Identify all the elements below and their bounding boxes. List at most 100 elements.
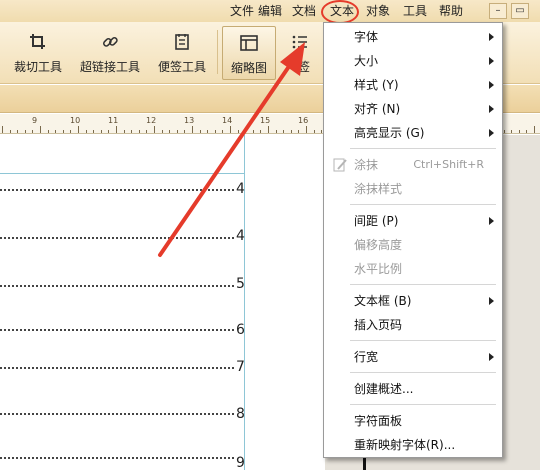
- ruler-tick: [146, 130, 148, 133]
- ruler-tick: [511, 130, 513, 133]
- ruler-tick: [518, 130, 520, 133]
- menu-item-baseline-offset[interactable]: 偏移高度: [324, 233, 502, 257]
- ruler-number: 9: [32, 116, 38, 125]
- ruler-tick: [298, 130, 300, 133]
- menu-edit[interactable]: 编辑: [256, 3, 284, 19]
- menu-separator: [350, 340, 496, 341]
- ruler-tick: [230, 126, 231, 133]
- crop-tool-label: 裁切工具: [13, 60, 62, 74]
- list-icon: [290, 32, 310, 52]
- dotted-line: [0, 367, 234, 369]
- bookmark-label: 签: [298, 60, 311, 74]
- thumbnail-button[interactable]: 缩略图: [222, 26, 276, 80]
- ruler-tick: [207, 130, 209, 133]
- dotted-line: [0, 329, 234, 331]
- thumbnail-label: 缩略图: [230, 61, 267, 75]
- menu-document[interactable]: 文档: [290, 3, 318, 19]
- ruler-tick: [184, 130, 186, 133]
- submenu-arrow-icon: [489, 105, 494, 113]
- submenu-arrow-icon: [489, 297, 494, 305]
- page-margin: [245, 135, 325, 470]
- ruler-tick: [131, 130, 133, 133]
- line-number: 6: [236, 322, 245, 338]
- ruler-tick: [108, 130, 110, 133]
- thumbnail-icon: [239, 33, 259, 53]
- menu-item-line-width[interactable]: 行宽: [324, 345, 502, 369]
- ruler-tick: [55, 130, 57, 133]
- ruler-tick: [138, 130, 140, 133]
- menu-item-font[interactable]: 字体: [324, 25, 502, 49]
- menu-item-size[interactable]: 大小: [324, 49, 502, 73]
- ruler-number: 11: [108, 116, 119, 125]
- ruler-tick: [47, 130, 49, 133]
- text-menu-dropdown: 字体 大小 样式 (Y) 对齐 (N) 高亮显示 (G) 涂抹 Ctrl+Shi…: [323, 22, 503, 458]
- document-page[interactable]: 4 4 5 6 7 8 9: [0, 135, 245, 471]
- menu-file[interactable]: 文件: [228, 3, 256, 19]
- menu-help[interactable]: 帮助: [437, 3, 465, 19]
- menu-item-align[interactable]: 对齐 (N): [324, 97, 502, 121]
- menu-object[interactable]: 对象: [364, 3, 392, 19]
- ruler-tick: [32, 130, 34, 133]
- page-top-edge: [0, 173, 245, 174]
- menu-item-create-outline[interactable]: 创建概述...: [324, 377, 502, 401]
- menu-item-spacing[interactable]: 间距 (P): [324, 209, 502, 233]
- minimize-button[interactable]: –: [489, 3, 507, 19]
- ruler-tick: [116, 126, 117, 133]
- line-number: 4: [236, 228, 245, 244]
- menu-item-shortcut: Ctrl+Shift+R: [413, 158, 484, 171]
- ruler-tick: [78, 126, 79, 133]
- ruler-tick: [503, 130, 505, 133]
- ruler-tick: [176, 130, 178, 133]
- ruler-number: 12: [146, 116, 157, 125]
- note-tool-button[interactable]: 便签工具: [152, 26, 212, 80]
- ruler-tick: [93, 130, 95, 133]
- menu-item-redact[interactable]: 涂抹 Ctrl+Shift+R: [324, 153, 502, 177]
- menu-separator: [350, 148, 496, 149]
- crop-tool-button[interactable]: 裁切工具: [8, 26, 68, 80]
- crop-icon: [28, 32, 48, 52]
- line-number: 5: [236, 276, 245, 292]
- ruler-tick: [526, 130, 528, 133]
- ruler-tick: [154, 126, 155, 133]
- dotted-line: [0, 189, 234, 191]
- menu-tools[interactable]: 工具: [401, 3, 429, 19]
- ruler-tick: [161, 130, 163, 133]
- ruler-tick: [245, 130, 247, 133]
- submenu-arrow-icon: [489, 57, 494, 65]
- ruler-number: 13: [184, 116, 195, 125]
- ruler-number: 14: [222, 116, 233, 125]
- menu-item-insert-page-number[interactable]: 插入页码: [324, 313, 502, 337]
- menu-item-label: 高亮显示 (G): [354, 126, 425, 140]
- ruler-number: 15: [260, 116, 271, 125]
- ruler-tick: [62, 130, 64, 133]
- line-number: 4: [236, 181, 245, 197]
- ruler-tick: [123, 130, 125, 133]
- menu-item-label: 偏移高度: [354, 238, 403, 252]
- ruler-tick: [534, 126, 535, 133]
- menu-item-text-box[interactable]: 文本框 (B): [324, 289, 502, 313]
- menu-item-remap-fonts[interactable]: 重新映射字体(R)...: [324, 433, 502, 457]
- ruler-tick: [169, 130, 171, 133]
- menubar: 文件 编辑 文档 文本 对象 工具 帮助 – ▭: [0, 0, 540, 24]
- menu-item-highlight[interactable]: 高亮显示 (G): [324, 121, 502, 145]
- maximize-button[interactable]: ▭: [511, 3, 529, 19]
- menu-item-horizontal-scale[interactable]: 水平比例: [324, 257, 502, 281]
- ruler-tick: [40, 126, 41, 133]
- toolbar-separator: [217, 30, 218, 74]
- menu-item-label: 大小: [354, 54, 379, 68]
- menu-item-label: 插入页码: [354, 318, 403, 332]
- menu-item-redact-style[interactable]: 涂抹样式: [324, 177, 502, 201]
- menu-separator: [350, 204, 496, 205]
- hyperlink-tool-button[interactable]: 超链接工具: [76, 26, 144, 80]
- link-icon: [100, 32, 120, 52]
- submenu-arrow-icon: [489, 353, 494, 361]
- menu-item-label: 间距 (P): [354, 214, 399, 228]
- menu-item-label: 字体: [354, 30, 379, 44]
- menu-separator: [350, 372, 496, 373]
- note-icon: [172, 32, 192, 52]
- menu-item-character-panel[interactable]: 字符面板: [324, 409, 502, 433]
- bookmark-button[interactable]: 签: [280, 26, 320, 80]
- ruler-tick: [100, 130, 102, 133]
- menu-item-style[interactable]: 样式 (Y): [324, 73, 502, 97]
- submenu-arrow-icon: [489, 81, 494, 89]
